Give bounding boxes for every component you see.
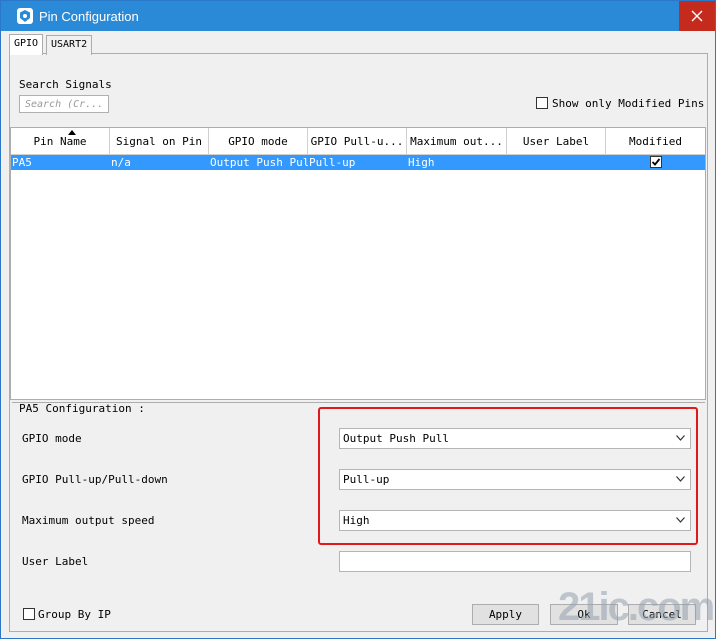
column-header-gpio-mode[interactable]: GPIO mode <box>209 128 308 155</box>
column-header-modified[interactable]: Modified <box>606 128 705 155</box>
user-label-label: User Label <box>22 555 89 568</box>
config-title: PA5 Configuration : <box>19 402 145 415</box>
column-header-pin-name[interactable]: Pin Name <box>11 128 110 155</box>
search-input[interactable]: Search (Cr... <box>19 95 109 113</box>
close-icon <box>691 10 703 22</box>
window-title: Pin Configuration <box>39 9 139 24</box>
cell-mode: Output Push Pull <box>210 156 308 169</box>
group-by-ip-label: Group By IP <box>38 608 111 621</box>
cell-pull: Pull-up <box>309 156 356 169</box>
cell-signal: n/a <box>111 156 131 169</box>
highlight-box <box>318 407 698 545</box>
cell-user-label <box>507 155 606 170</box>
column-header-user-label[interactable]: User Label <box>507 128 606 155</box>
user-label-input[interactable] <box>339 551 691 572</box>
pins-table: Pin Name Signal on Pin GPIO mode GPIO Pu… <box>10 127 706 400</box>
sort-ascending-icon <box>68 130 76 135</box>
apply-button[interactable]: Apply <box>472 604 539 625</box>
cell-speed: High <box>408 156 435 169</box>
gpio-mode-label: GPIO mode <box>22 432 82 445</box>
watermark: 21ic.com <box>558 585 715 629</box>
checkmark-icon <box>651 158 661 166</box>
speed-label: Maximum output speed <box>22 514 155 527</box>
table-row[interactable]: PA5 n/a Output Push Pull Pull-up High <box>11 155 705 170</box>
tab-gpio[interactable]: GPIO <box>9 34 44 55</box>
column-header-pull[interactable]: GPIO Pull-u... <box>308 128 407 155</box>
search-label: Search Signals <box>19 78 112 91</box>
column-header-speed[interactable]: Maximum out... <box>407 128 507 155</box>
group-by-ip-checkbox[interactable] <box>23 608 35 620</box>
tab-usart2[interactable]: USART2 <box>46 35 93 55</box>
app-icon <box>17 8 33 24</box>
cell-pin: PA5 <box>12 156 32 169</box>
title-bar[interactable]: Pin Configuration <box>1 1 715 31</box>
show-modified-checkbox[interactable] <box>536 97 548 109</box>
column-header-signal[interactable]: Signal on Pin <box>110 128 209 155</box>
show-modified-label: Show only Modified Pins <box>552 97 705 110</box>
close-button[interactable] <box>679 1 715 31</box>
modified-checkbox <box>650 156 662 168</box>
pull-label: GPIO Pull-up/Pull-down <box>22 473 168 486</box>
